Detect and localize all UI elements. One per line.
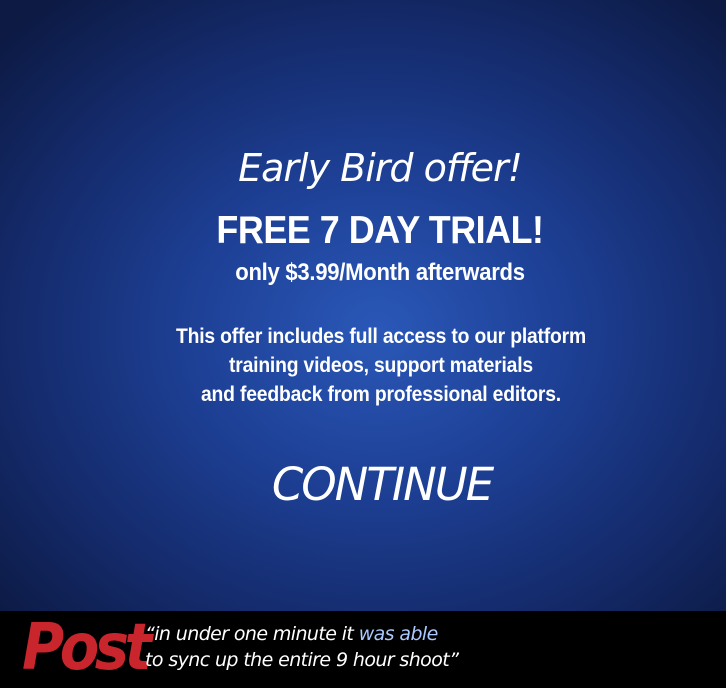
quote-line-1: “in under one minute it was able <box>145 621 565 647</box>
offer-description: This offer includes full access to our p… <box>30 322 726 409</box>
description-line: This offer includes full access to our p… <box>175 325 587 348</box>
testimonial-quote: “in under one minute it was able to sync… <box>145 621 565 673</box>
quote-highlight: was able <box>358 623 439 645</box>
price-subtitle: only $3.99/Month afterwards <box>235 259 525 286</box>
trial-offer-panel: Early Bird offer! FREE 7 DAY TRIAL! only… <box>0 0 726 610</box>
free-trial-title: FREE 7 DAY TRIAL! <box>216 209 544 252</box>
description-line: training videos, support materials <box>228 354 534 377</box>
continue-button[interactable]: CONTINUE <box>212 450 552 520</box>
description-line: and feedback from professional editors. <box>200 383 561 406</box>
testimonial-banner: Post “in under one minute it was able to… <box>0 611 726 688</box>
quote-text: “in under one minute it <box>145 623 359 645</box>
post-magazine-logo: Post <box>22 611 152 685</box>
quote-line-2: to sync up the entire 9 hour shoot” <box>145 649 459 671</box>
early-bird-heading: Early Bird offer! <box>238 146 523 190</box>
